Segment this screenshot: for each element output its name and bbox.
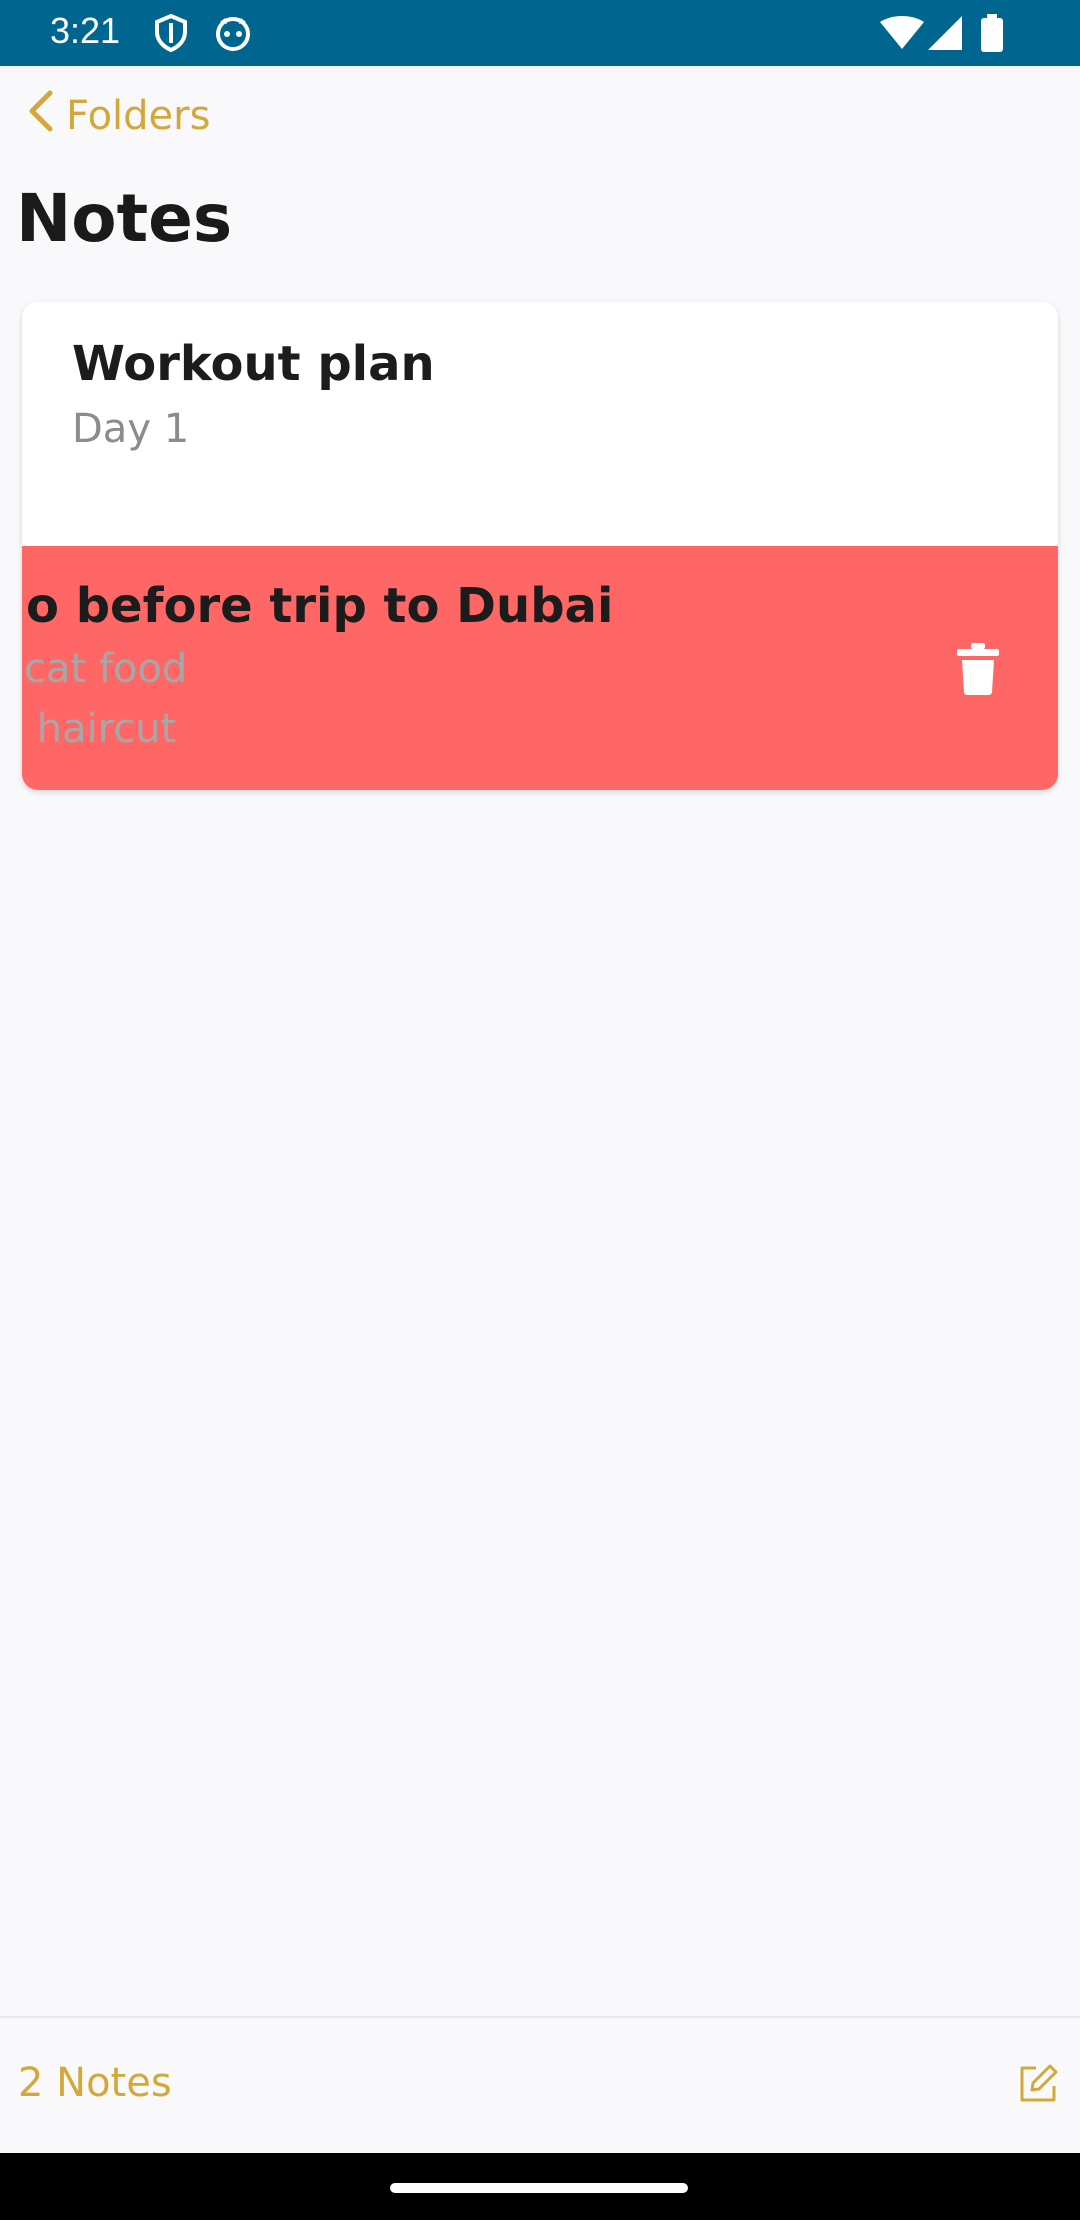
list-item[interactable]: Workout plan Day 1: [22, 302, 1058, 546]
status-bar: 3:21: [0, 0, 1080, 66]
notes-list: Workout plan Day 1 o before trip to Duba…: [22, 302, 1058, 790]
status-time: 3:21: [50, 10, 121, 51]
wifi-icon: [880, 16, 924, 54]
signal-icon: [928, 16, 962, 54]
cat-face-icon: [214, 14, 252, 56]
page-title: Notes: [16, 180, 233, 257]
back-label: Folders: [66, 93, 211, 139]
compose-icon: [1016, 2064, 1060, 2110]
note-preview: cat food: [24, 646, 188, 692]
note-title: Workout plan: [72, 336, 435, 392]
note-count: 2 Notes: [18, 2060, 172, 2106]
note-preview: Day 1: [72, 406, 190, 452]
list-item[interactable]: o before trip to Dubai cat food haircut: [22, 546, 1058, 790]
compose-button[interactable]: [1016, 2062, 1060, 2106]
note-preview: haircut: [24, 706, 177, 752]
battery-icon: [980, 14, 1004, 56]
note-title: o before trip to Dubai: [26, 578, 614, 634]
back-button[interactable]: Folders: [26, 88, 210, 144]
home-indicator[interactable]: [390, 2183, 688, 2193]
shield-icon: [154, 13, 188, 56]
chevron-left-icon: [26, 89, 66, 143]
footer-divider: [0, 2016, 1080, 2018]
trash-icon: [954, 643, 1002, 700]
delete-button[interactable]: [954, 642, 1002, 696]
